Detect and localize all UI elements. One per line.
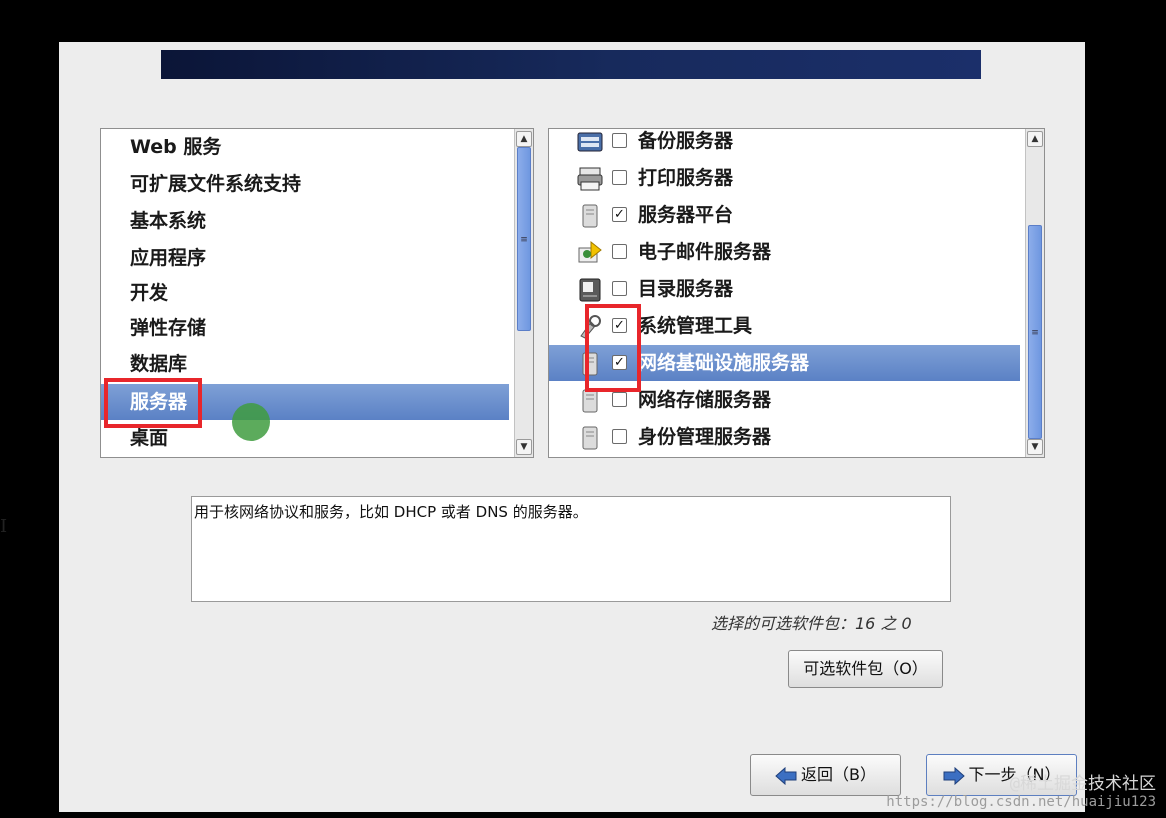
category-item-resilient-storage[interactable]: 弹性存储 <box>101 310 509 346</box>
package-checkbox[interactable] <box>612 244 627 259</box>
server-icon <box>582 204 598 228</box>
category-item-scalable-fs[interactable]: 可扩展文件系统支持 <box>101 166 509 202</box>
category-item-base-system[interactable]: 基本系统 <box>101 203 509 239</box>
watermark: @稀土掘金技术社区 https://blog.csdn.net/huaijiu1… <box>886 769 1156 810</box>
scroll-down-button[interactable]: ▼ <box>516 439 532 455</box>
watermark-line2: https://blog.csdn.net/huaijiu123 <box>886 794 1156 810</box>
package-row-directory-server[interactable]: 目录服务器 <box>549 271 1020 307</box>
package-checkbox[interactable] <box>612 133 627 148</box>
category-item-databases[interactable]: 数据库 <box>101 346 509 382</box>
cursor-click-indicator <box>232 403 270 441</box>
package-label: 网络基础设施服务器 <box>638 352 810 374</box>
package-description: 用于核网络协议和服务，比如 DHCP 或者 DNS 的服务器。 <box>191 496 951 602</box>
package-row-server-platform[interactable]: ✓ 服务器平台 <box>549 197 1020 233</box>
scroll-up-button[interactable]: ▲ <box>1027 131 1043 147</box>
package-checkbox[interactable]: ✓ <box>612 207 627 222</box>
highlight-box-servers <box>104 378 202 428</box>
package-row-backup-server[interactable]: 备份服务器 <box>549 129 1020 159</box>
scroll-up-button[interactable]: ▲ <box>516 131 532 147</box>
text-cursor-icon: I <box>0 516 8 537</box>
package-checkbox[interactable] <box>612 392 627 407</box>
category-scrollbar[interactable]: ▲ ≡ ▼ <box>514 129 533 457</box>
package-checkbox[interactable] <box>612 170 627 185</box>
scrollbar-thumb[interactable]: ≡ <box>517 147 531 331</box>
package-row-mail-server[interactable]: 电子邮件服务器 <box>549 234 1020 270</box>
category-item-web[interactable]: Web 服务 <box>101 129 509 165</box>
package-checkbox[interactable] <box>612 281 627 296</box>
category-item-development[interactable]: 开发 <box>101 275 509 311</box>
package-label: 目录服务器 <box>638 278 734 300</box>
watermark-line1: @稀土掘金技术社区 <box>1009 774 1156 794</box>
back-button-label: 返回（B） <box>801 765 876 784</box>
package-label: 网络存储服务器 <box>638 389 772 411</box>
mail-server-icon <box>578 240 602 263</box>
package-scrollbar[interactable]: ▲ ≡ ▼ <box>1025 129 1044 457</box>
scrollbar-thumb[interactable]: ≡ <box>1028 225 1042 439</box>
scroll-down-button[interactable]: ▼ <box>1027 439 1043 455</box>
package-list[interactable]: 备份服务器 打印服务器 ✓ 服务器平台 电子邮件服务器 目录服务器 ✓ 系统管理… <box>548 128 1045 458</box>
package-label: 服务器平台 <box>638 204 734 226</box>
package-row-identity-server[interactable]: 身份管理服务器 <box>549 419 1020 455</box>
back-button[interactable]: 返回（B） <box>750 754 901 796</box>
arrow-left-icon <box>775 766 797 785</box>
package-checkbox[interactable] <box>612 429 627 444</box>
server-icon <box>582 426 598 450</box>
printer-icon <box>577 167 603 191</box>
backup-server-icon <box>577 132 603 152</box>
optional-packages-button[interactable]: 可选软件包（O） <box>788 650 943 688</box>
header-banner <box>161 50 981 79</box>
package-row-print-server[interactable]: 打印服务器 <box>549 160 1020 196</box>
optional-package-count: 选择的可选软件包：16 之 0 <box>711 614 912 633</box>
package-label: 电子邮件服务器 <box>638 241 772 263</box>
package-label: 打印服务器 <box>638 167 734 189</box>
package-label: 系统管理工具 <box>638 315 753 337</box>
highlight-box-checkboxes <box>585 304 641 392</box>
category-item-applications[interactable]: 应用程序 <box>101 240 509 276</box>
directory-server-icon <box>579 278 601 302</box>
package-label: 身份管理服务器 <box>638 426 772 448</box>
installer-window: Web 服务 可扩展文件系统支持 基本系统 应用程序 开发 弹性存储 数据库 服… <box>59 42 1085 812</box>
package-label: 备份服务器 <box>638 130 734 152</box>
